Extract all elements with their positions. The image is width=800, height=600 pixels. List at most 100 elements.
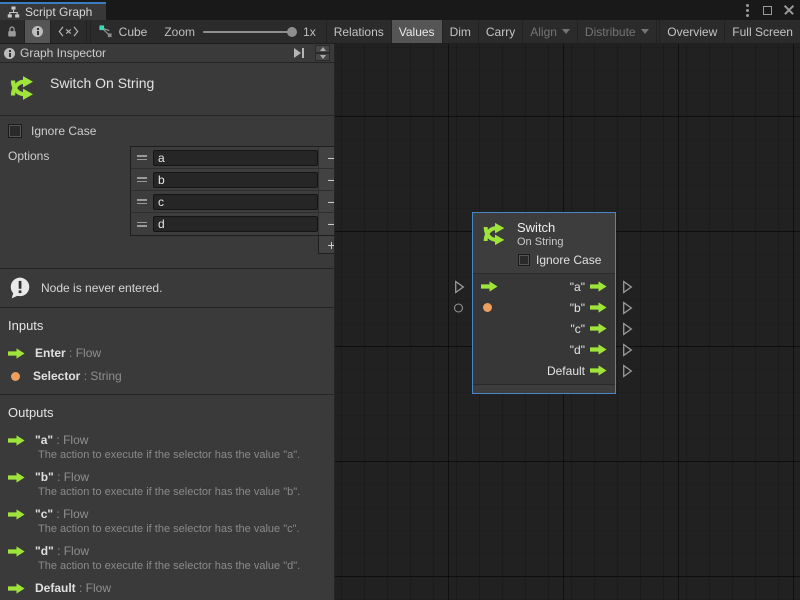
option-input[interactable] (153, 194, 318, 210)
info-icon (32, 26, 43, 37)
inputs-header: Inputs (8, 318, 326, 333)
drag-handle-icon[interactable] (131, 199, 153, 204)
tab-script-graph[interactable]: Script Graph (0, 2, 106, 20)
zoom-slider[interactable] (203, 31, 295, 33)
lock-icon (7, 25, 17, 38)
remove-option-button[interactable]: − (318, 213, 335, 235)
node-ignore-case-label: Ignore Case (536, 253, 601, 267)
option-input[interactable] (153, 172, 318, 188)
output-port-label: "b" (570, 301, 585, 315)
graph-canvas[interactable]: Switch On String Ignore Case (335, 44, 800, 600)
script-graph-asset-icon (98, 24, 113, 39)
ignore-case-checkbox[interactable] (8, 124, 22, 138)
panel-spinner (315, 45, 330, 61)
node-title: Switch (517, 220, 563, 235)
string-port-icon (11, 372, 20, 381)
graph-owner-label: Cube (119, 25, 148, 39)
connection-ring-icon[interactable] (454, 303, 463, 312)
switch-on-string-node[interactable]: Switch On String Ignore Case (472, 212, 616, 394)
close-icon[interactable] (784, 5, 794, 15)
unit-title-block: Switch On String (0, 63, 334, 116)
output-port-row: Default : Flow (8, 581, 326, 595)
tab-title: Script Graph (25, 5, 92, 19)
switch-unit-icon (481, 220, 509, 248)
node-port-row: "d" (473, 339, 615, 360)
port-description: The action to execute if the selector ha… (38, 449, 326, 461)
option-row: − (131, 213, 335, 235)
remove-option-button[interactable]: − (318, 191, 335, 212)
ignore-case-label: Ignore Case (31, 124, 96, 138)
overview-button[interactable]: Overview (660, 20, 725, 43)
edit-source-button[interactable] (51, 20, 87, 43)
flow-port-icon (8, 435, 25, 446)
lock-button[interactable] (0, 20, 25, 43)
node-port-row: "c" (473, 318, 615, 339)
distribute-dropdown[interactable]: Distribute (578, 20, 657, 43)
output-port-icon[interactable] (590, 281, 607, 292)
tab-bar: Script Graph (0, 0, 800, 20)
remove-option-button[interactable]: − (318, 169, 335, 190)
window-menu-icon[interactable] (746, 9, 749, 12)
panel-title: Graph Inspector (20, 46, 286, 60)
option-row: − (131, 147, 335, 169)
flow-port-icon (8, 583, 25, 594)
inspector-toggle-button[interactable] (25, 20, 51, 43)
selector-port-icon[interactable] (483, 303, 492, 312)
spinner-down-button[interactable] (315, 53, 330, 61)
node-port-row: "b" (473, 297, 615, 318)
drag-handle-icon[interactable] (131, 155, 153, 160)
chevron-down-icon (641, 29, 649, 34)
switch-unit-icon (8, 73, 38, 103)
option-input[interactable] (153, 216, 318, 232)
flow-port-icon (8, 509, 25, 520)
full-screen-button[interactable]: Full Screen (725, 20, 800, 43)
spinner-up-button[interactable] (315, 45, 330, 53)
relations-button[interactable]: Relations (326, 20, 392, 43)
enter-port-icon[interactable] (481, 281, 498, 292)
zoom-label: Zoom (164, 25, 195, 39)
add-option-button[interactable]: + (318, 236, 335, 254)
graph-inspector-header: Graph Inspector (0, 44, 334, 63)
values-button[interactable]: Values (392, 20, 443, 43)
output-port-row: "c" : Flow (8, 507, 326, 521)
align-dropdown[interactable]: Align (523, 20, 578, 43)
connection-arrow-icon[interactable] (622, 280, 633, 293)
connection-arrow-icon[interactable] (454, 280, 465, 293)
node-subtitle: On String (517, 236, 563, 248)
node-ignore-case-row: Ignore Case (518, 253, 607, 267)
output-port-icon[interactable] (590, 365, 607, 376)
option-input[interactable] (153, 150, 318, 166)
code-icon (58, 26, 79, 37)
zoom-value: 1x (303, 25, 316, 39)
maximize-icon[interactable] (763, 6, 772, 15)
window-controls (744, 0, 794, 20)
node-ignore-case-checkbox[interactable] (518, 254, 530, 266)
connection-arrow-icon[interactable] (622, 364, 633, 377)
zoom-control: Zoom 1x (154, 20, 325, 43)
output-port-label: "c" (570, 322, 585, 336)
input-port-row: Enter : Flow (8, 346, 326, 360)
dock-panel-icon[interactable] (291, 46, 307, 60)
connection-arrow-icon[interactable] (622, 301, 633, 314)
output-port-icon[interactable] (590, 323, 607, 334)
port-description: The action to execute if the selector ha… (38, 486, 326, 498)
remove-option-button[interactable]: − (318, 147, 335, 168)
output-port-label: "a" (570, 280, 585, 294)
output-port-icon[interactable] (590, 302, 607, 313)
node-port-row: "a" (473, 276, 615, 297)
zoom-slider-handle[interactable] (287, 27, 297, 37)
port-description: The action to execute if the selector ha… (38, 560, 326, 572)
output-port-icon[interactable] (590, 344, 607, 355)
connection-arrow-icon[interactable] (622, 343, 633, 356)
graph-toolbar: Cube Zoom 1x Relations Values Dim Carry … (0, 20, 800, 44)
drag-handle-icon[interactable] (131, 222, 153, 227)
dim-button[interactable]: Dim (443, 20, 479, 43)
drag-handle-icon[interactable] (131, 177, 153, 182)
port-type: : String (84, 369, 122, 383)
options-label: Options (8, 146, 130, 254)
warning-bubble-icon (8, 276, 32, 300)
graph-owner-button[interactable]: Cube (91, 20, 155, 43)
connection-arrow-icon[interactable] (622, 322, 633, 335)
carry-button[interactable]: Carry (479, 20, 523, 43)
option-row: − (131, 169, 335, 191)
